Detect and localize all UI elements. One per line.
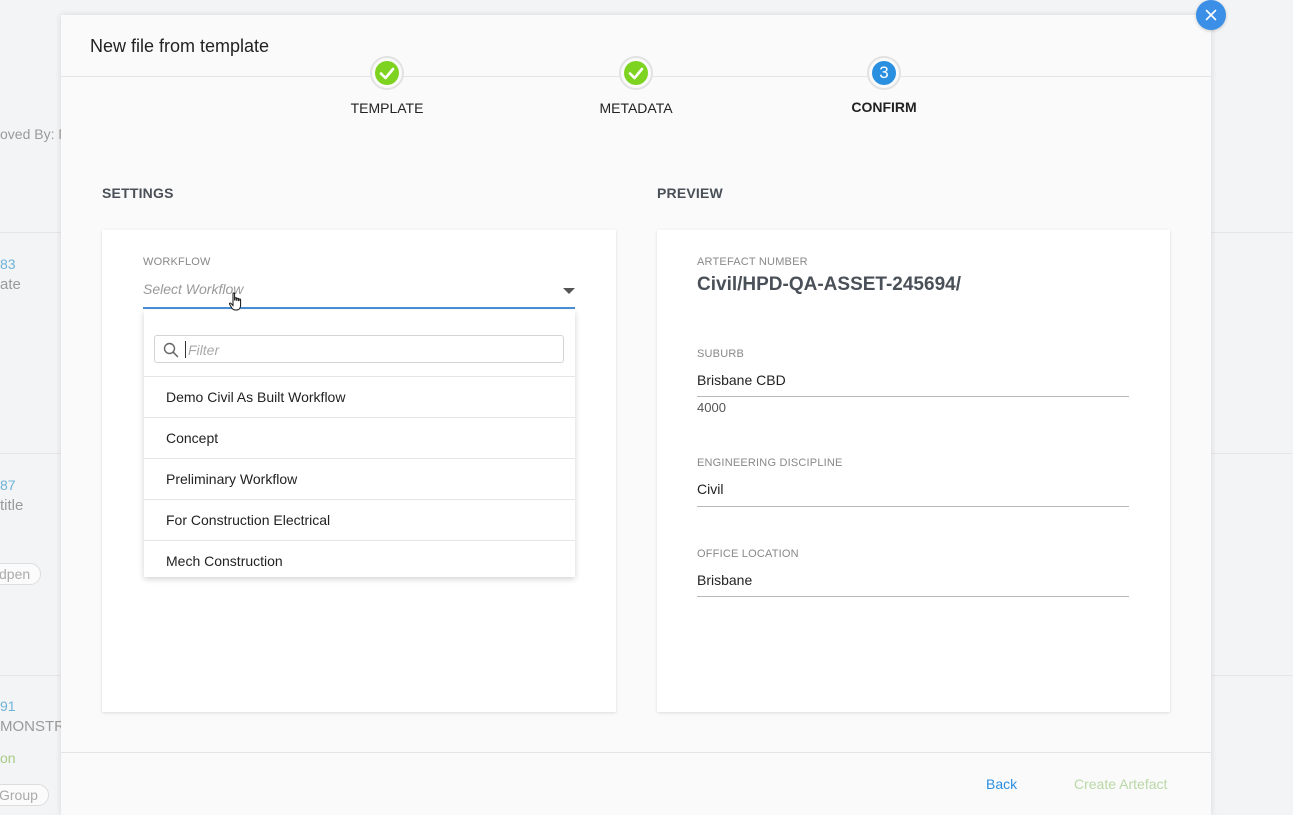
workflow-option[interactable]: For Construction Electrical (144, 499, 575, 540)
field-underline (697, 506, 1129, 507)
step-label: CONFIRM (851, 99, 917, 115)
workflow-option[interactable]: Mech Construction (144, 540, 575, 577)
text-cursor (185, 341, 186, 358)
check-icon (375, 61, 399, 85)
field-underline (697, 596, 1129, 597)
bg-row-number: 87 (0, 477, 16, 493)
workflow-option[interactable]: Preliminary Workflow (144, 458, 575, 499)
suburb-label: SUBURB (697, 348, 745, 360)
bg-tag-pill: Group (0, 784, 49, 806)
bg-row-title: title (0, 497, 24, 514)
workflow-select[interactable]: Select Workflow (143, 275, 575, 310)
step-number-badge: 3 (872, 61, 896, 85)
office-location-value: Brisbane (697, 572, 753, 588)
step-circle: 3 (867, 56, 901, 90)
workflow-option[interactable]: Concept (144, 417, 575, 458)
step-circle (619, 56, 653, 90)
new-file-modal: New file from template TEMPLATE METADATA… (61, 15, 1211, 815)
artefact-number: Civil/HPD-QA-ASSET-245694/ (697, 274, 961, 295)
modal-title: New file from template (90, 36, 270, 56)
option-label: Concept (166, 430, 219, 446)
workflow-label: WORKFLOW (143, 256, 211, 268)
close-icon (1205, 9, 1217, 21)
step-label: METADATA (599, 100, 673, 116)
option-label: For Construction Electrical (166, 512, 331, 528)
preview-heading: PREVIEW (657, 185, 723, 201)
create-artefact-button[interactable]: Create Artefact (1074, 776, 1167, 792)
suburb-postcode: 4000 (697, 400, 726, 415)
search-icon (163, 342, 179, 358)
bg-approved-by: oved By: N (0, 126, 69, 142)
discipline-value: Civil (697, 481, 724, 497)
step-label: TEMPLATE (350, 100, 424, 116)
filter-input[interactable]: Filter (154, 335, 564, 363)
office-location-label: OFFICE LOCATION (697, 548, 799, 560)
settings-heading: SETTINGS (102, 185, 174, 201)
option-label: Demo Civil As Built Workflow (166, 389, 346, 405)
bg-row-title: MONSTR (0, 718, 65, 735)
filter-placeholder: Filter (188, 342, 220, 358)
close-button[interactable] (1196, 0, 1226, 30)
select-underline (143, 307, 575, 309)
discipline-label: ENGINEERING DISCIPLINE (697, 457, 843, 469)
bg-tag-pill: dpen (0, 563, 42, 585)
option-label: Preliminary Workflow (166, 471, 298, 487)
workflow-dropdown: Filter Demo Civil As Built Workflow Conc… (144, 310, 575, 577)
bg-row-title: ate (0, 276, 21, 293)
bg-row-number: 91 (0, 698, 16, 714)
hand-cursor-icon (228, 292, 242, 311)
preview-panel: ARTEFACT NUMBER Civil/HPD-QA-ASSET-24569… (657, 230, 1170, 712)
field-underline (697, 396, 1129, 397)
option-label: Mech Construction (166, 553, 283, 569)
chevron-down-icon[interactable] (563, 288, 575, 294)
settings-panel: WORKFLOW Select Workflow Filter Demo Civ… (102, 230, 616, 712)
back-button[interactable]: Back (986, 776, 1017, 792)
step-circle (370, 56, 404, 90)
footer-divider (61, 752, 1211, 753)
workflow-option[interactable]: Demo Civil As Built Workflow (144, 376, 575, 417)
check-icon (624, 61, 648, 85)
bg-row-number: 83 (0, 256, 16, 272)
artefact-number-label: ARTEFACT NUMBER (697, 256, 808, 268)
bg-row-status: on (0, 750, 16, 766)
suburb-value: Brisbane CBD (697, 372, 786, 388)
